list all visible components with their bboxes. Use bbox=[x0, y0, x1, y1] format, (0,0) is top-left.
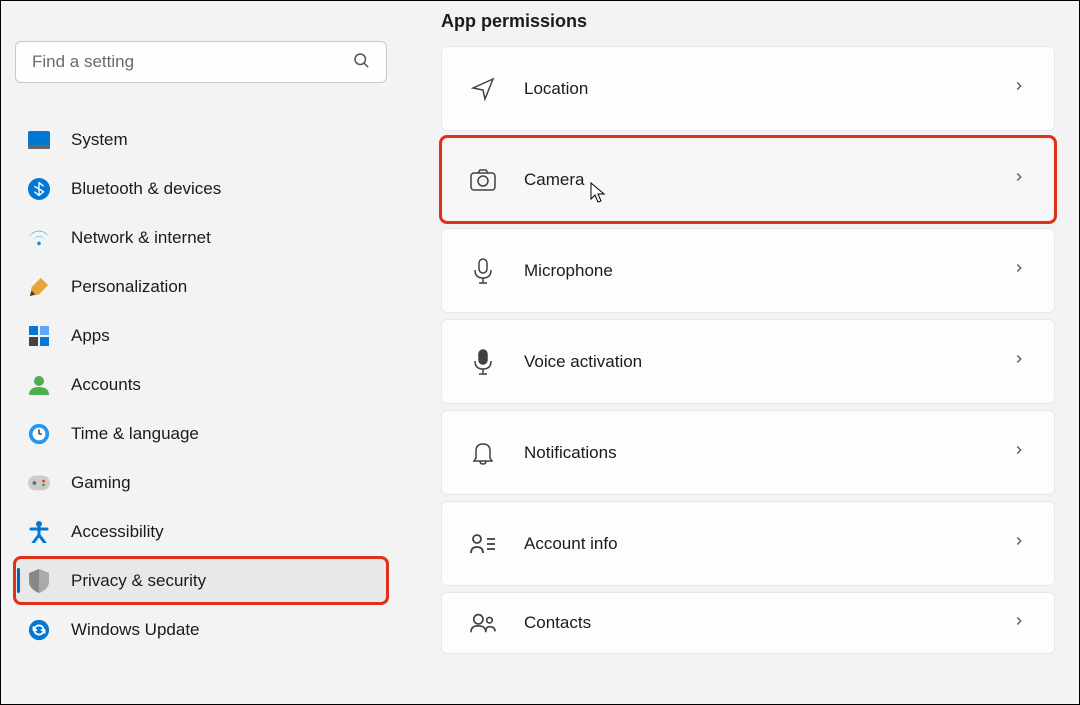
network-icon bbox=[27, 226, 51, 250]
shield-icon bbox=[27, 569, 51, 593]
sidebar-item-label: Time & language bbox=[71, 424, 199, 444]
sidebar-item-label: Privacy & security bbox=[71, 571, 206, 591]
search-box[interactable] bbox=[15, 41, 387, 83]
camera-icon bbox=[470, 167, 496, 193]
chevron-right-icon bbox=[1012, 261, 1026, 280]
sidebar-item-label: Gaming bbox=[71, 473, 131, 493]
chevron-right-icon bbox=[1012, 170, 1026, 189]
sidebar-item-personalization[interactable]: Personalization bbox=[15, 264, 387, 309]
gaming-icon bbox=[27, 471, 51, 495]
sidebar-item-accessibility[interactable]: Accessibility bbox=[15, 509, 387, 554]
permissions-list: Location Camera Microphone bbox=[441, 46, 1055, 654]
accounts-icon bbox=[27, 373, 51, 397]
permission-label: Account info bbox=[524, 534, 984, 554]
permission-label: Notifications bbox=[524, 443, 984, 463]
sidebar-item-label: Network & internet bbox=[71, 228, 211, 248]
permission-item-camera[interactable]: Camera bbox=[441, 137, 1055, 222]
main-content: App permissions Location Camera bbox=[401, 1, 1079, 704]
sidebar-item-label: System bbox=[71, 130, 128, 150]
sidebar-item-privacy[interactable]: Privacy & security bbox=[15, 558, 387, 603]
account-info-icon bbox=[470, 531, 496, 557]
sidebar-item-label: Apps bbox=[71, 326, 110, 346]
sidebar-item-label: Accounts bbox=[71, 375, 141, 395]
sidebar-item-label: Windows Update bbox=[71, 620, 200, 640]
chevron-right-icon bbox=[1012, 443, 1026, 462]
permission-label: Voice activation bbox=[524, 352, 984, 372]
permission-label: Microphone bbox=[524, 261, 984, 281]
sidebar-item-label: Personalization bbox=[71, 277, 187, 297]
nav-list: System Bluetooth & devices Network & int… bbox=[15, 117, 387, 652]
page-heading: App permissions bbox=[441, 11, 1055, 32]
time-icon bbox=[27, 422, 51, 446]
sidebar-item-label: Bluetooth & devices bbox=[71, 179, 221, 199]
update-icon bbox=[27, 618, 51, 642]
sidebar: System Bluetooth & devices Network & int… bbox=[1, 1, 401, 704]
location-icon bbox=[470, 76, 496, 102]
permission-item-microphone[interactable]: Microphone bbox=[441, 228, 1055, 313]
search-input[interactable] bbox=[32, 52, 352, 72]
chevron-right-icon bbox=[1012, 352, 1026, 371]
permission-label: Camera bbox=[524, 170, 984, 190]
sidebar-item-bluetooth[interactable]: Bluetooth & devices bbox=[15, 166, 387, 211]
chevron-right-icon bbox=[1012, 614, 1026, 633]
sidebar-item-update[interactable]: Windows Update bbox=[15, 607, 387, 652]
sidebar-item-gaming[interactable]: Gaming bbox=[15, 460, 387, 505]
chevron-right-icon bbox=[1012, 79, 1026, 98]
microphone-icon bbox=[470, 258, 496, 284]
sidebar-item-apps[interactable]: Apps bbox=[15, 313, 387, 358]
permission-item-account-info[interactable]: Account info bbox=[441, 501, 1055, 586]
sidebar-item-time[interactable]: Time & language bbox=[15, 411, 387, 456]
permission-item-notifications[interactable]: Notifications bbox=[441, 410, 1055, 495]
permission-label: Contacts bbox=[524, 613, 984, 633]
accessibility-icon bbox=[27, 520, 51, 544]
contacts-icon bbox=[470, 610, 496, 636]
permission-label: Location bbox=[524, 79, 984, 99]
chevron-right-icon bbox=[1012, 534, 1026, 553]
bluetooth-icon bbox=[27, 177, 51, 201]
system-icon bbox=[27, 128, 51, 152]
apps-icon bbox=[27, 324, 51, 348]
notifications-icon bbox=[470, 440, 496, 466]
sidebar-item-system[interactable]: System bbox=[15, 117, 387, 162]
permission-item-location[interactable]: Location bbox=[441, 46, 1055, 131]
sidebar-item-network[interactable]: Network & internet bbox=[15, 215, 387, 260]
sidebar-item-accounts[interactable]: Accounts bbox=[15, 362, 387, 407]
voice-icon bbox=[470, 349, 496, 375]
search-icon bbox=[352, 51, 370, 74]
permission-item-voice[interactable]: Voice activation bbox=[441, 319, 1055, 404]
sidebar-item-label: Accessibility bbox=[71, 522, 164, 542]
permission-item-contacts[interactable]: Contacts bbox=[441, 592, 1055, 654]
personalization-icon bbox=[27, 275, 51, 299]
